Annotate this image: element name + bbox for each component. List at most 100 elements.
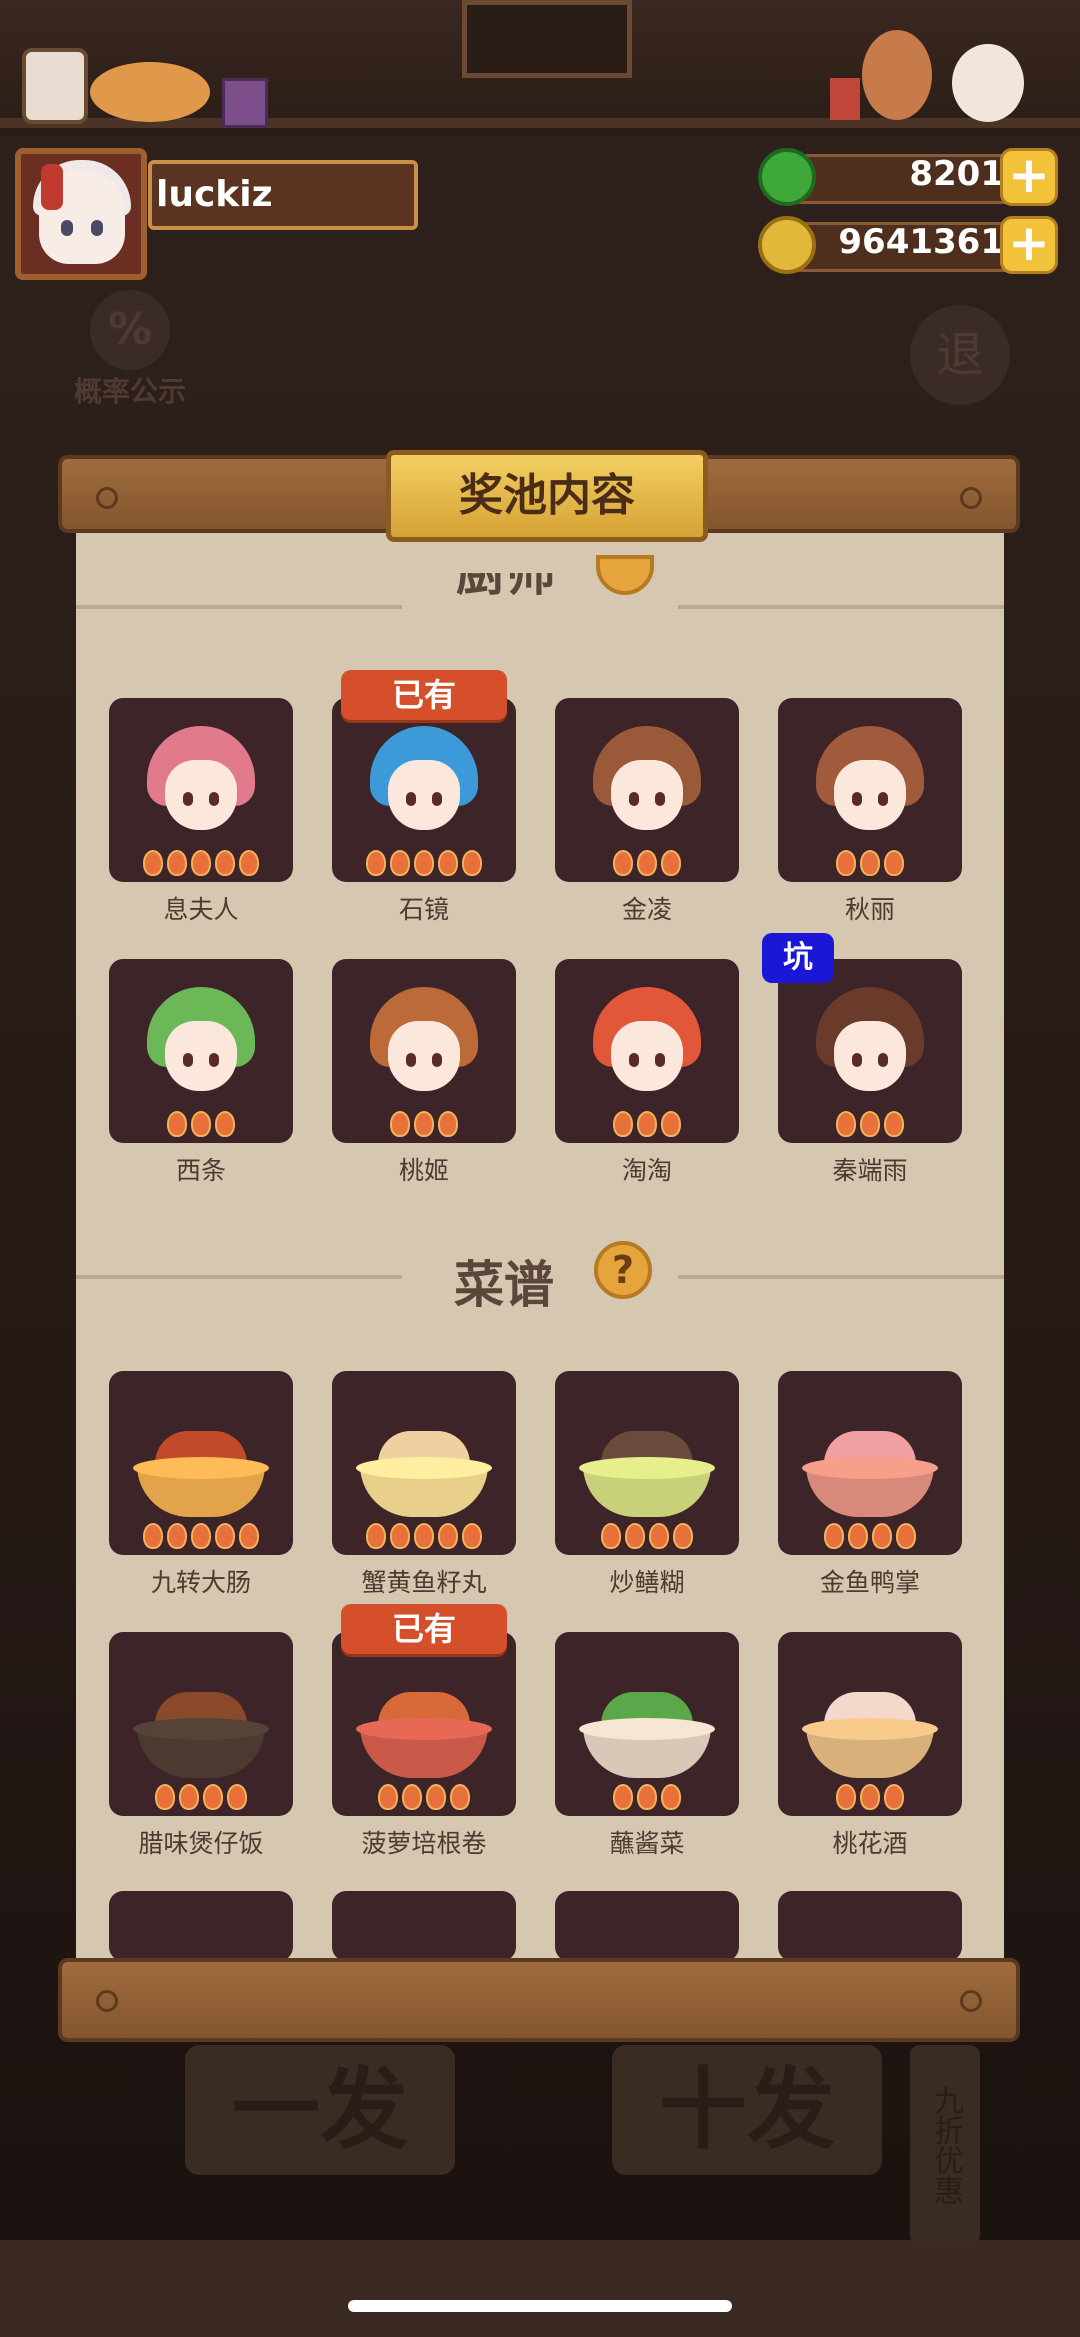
doll-decoration [862,30,932,120]
recipe-card[interactable] [109,1632,293,1816]
chef-portrait [816,726,924,846]
flame-icon [155,1784,175,1810]
divider-line [678,605,1004,609]
flame-icon [366,1523,386,1549]
recipe-section-title: 菜谱 [454,1256,554,1314]
recipe-card[interactable] [332,1891,516,1958]
flame-icon [414,1111,434,1137]
chef-eye [209,792,219,806]
sleeping-cat-decoration [90,62,210,122]
dish-image [579,1431,715,1523]
rarity-flames [555,1784,739,1814]
flame-icon [191,1523,211,1549]
dish-rim [133,1457,269,1479]
book-decoration [222,78,268,128]
chef-card[interactable] [555,698,739,882]
flame-icon [884,1784,904,1810]
flame-icon [613,850,633,876]
flame-icon [848,1523,868,1549]
chef-eye [183,1053,193,1067]
recipe-card[interactable] [109,1371,293,1555]
flame-icon [167,1111,187,1137]
chef-face [611,1021,683,1091]
chef-portrait [593,726,701,846]
chef-eye [183,792,193,806]
recipe-card[interactable] [555,1891,739,1958]
flame-icon [378,1784,398,1810]
flame-icon [637,1111,657,1137]
recipe-card[interactable] [109,1891,293,1958]
recipe-card[interactable] [555,1632,739,1816]
single-draw-button[interactable]: 一发 [185,2045,455,2175]
add-jade-button[interactable]: + [1000,148,1058,206]
chef-card[interactable] [778,698,962,882]
nail-decoration [96,487,118,509]
ten-draw-button[interactable]: 十发 [612,2045,882,2175]
recipe-card[interactable] [778,1891,962,1958]
flame-icon [366,850,386,876]
chef-card[interactable] [332,698,516,882]
flame-icon [673,1523,693,1549]
player-avatar[interactable] [15,148,147,280]
flame-icon [239,1523,259,1549]
chef-face [611,760,683,830]
hanging-scroll-decoration [22,48,88,124]
recipe-card[interactable] [332,1371,516,1555]
flame-icon [824,1523,844,1549]
dish-rim [579,1457,715,1479]
flame-icon [661,1111,681,1137]
rarity-flames [778,850,962,880]
chef-name: 秋丽 [844,895,895,924]
chef-eye [852,1053,862,1067]
flame-icon [414,850,434,876]
recipe-help-icon[interactable]: ? [594,1241,652,1299]
chef-card[interactable] [332,959,516,1143]
chef-card[interactable] [109,698,293,882]
bottom-strip [0,2240,1080,2337]
recipe-card[interactable] [555,1371,739,1555]
flame-icon [625,1523,645,1549]
chef-eye [655,792,665,806]
recipe-name: 金鱼鸭掌 [819,1568,920,1597]
chef-card[interactable] [555,959,739,1143]
recipe-name: 蟹黄鱼籽丸 [361,1568,487,1597]
home-indicator[interactable] [348,2300,732,2312]
recipe-card[interactable] [778,1632,962,1816]
rarity-flames [778,1111,962,1141]
rarity-flames [332,850,516,880]
chef-name: 息夫人 [163,895,239,924]
chef-eye [878,792,888,806]
chef-eye [629,1053,639,1067]
percent-icon: % [90,290,170,370]
chef-card[interactable] [778,959,962,1143]
flame-icon [836,850,856,876]
chef-portrait [147,987,255,1107]
probability-button[interactable]: % 概率公示 [60,290,200,410]
flame-icon [661,850,681,876]
dish-image [802,1431,938,1523]
dish-image [802,1692,938,1784]
flame-icon [661,1784,681,1810]
avatar-eye [91,220,103,236]
rarity-flames [778,1784,962,1814]
flame-icon [462,1523,482,1549]
rarity-flames [109,1784,293,1814]
white-cat-decoration [952,44,1024,122]
chef-face [165,760,237,830]
rarity-flames [555,1523,739,1553]
recipe-card[interactable] [332,1632,516,1816]
flame-icon [836,1111,856,1137]
player-name-box: luckiz [148,160,418,230]
gold-amount: 9641361 [838,222,1004,262]
add-gold-button[interactable]: + [1000,216,1058,274]
avatar-eye [61,220,73,236]
recipe-card[interactable] [778,1371,962,1555]
chef-card[interactable] [109,959,293,1143]
flame-icon [613,1111,633,1137]
flame-icon [637,850,657,876]
exit-button[interactable]: 退 [910,305,1010,405]
discount-tag: 九折优惠 [910,2045,980,2245]
flame-icon [884,850,904,876]
recipe-name: 九转大肠 [150,1568,251,1597]
pool-content-panel[interactable]: 厨师 菜谱 ? 息夫人 石镜 已有 金凌 秋丽 西条 桃姬 淘淘 秦端雨坑九转大肠 蟹黄鱼籽丸 炒鳝… [76,533,1004,1958]
